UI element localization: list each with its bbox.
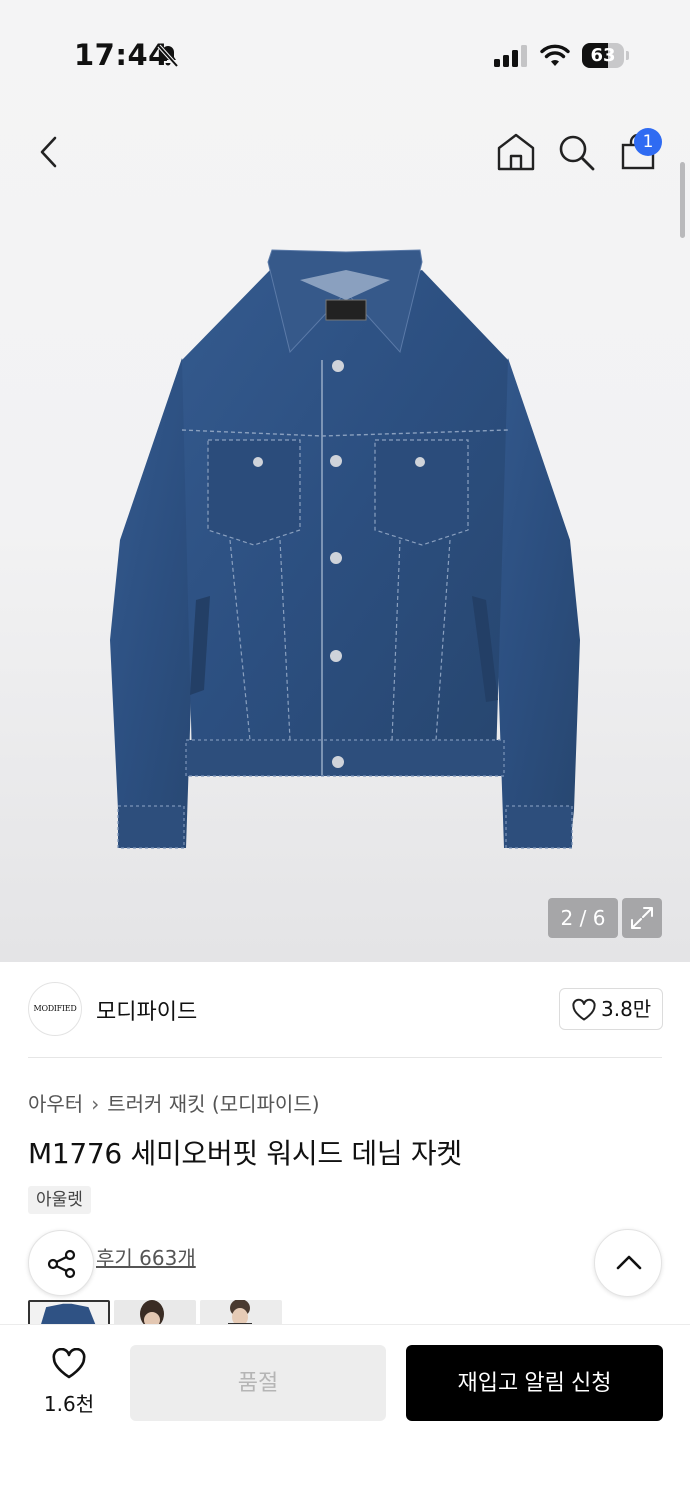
bell-slash-icon (157, 44, 179, 68)
share-button[interactable] (28, 1230, 94, 1296)
cart-badge: 1 (634, 128, 662, 156)
search-icon (559, 135, 595, 171)
cellular-signal-icon (494, 45, 527, 67)
back-chevron-icon (40, 136, 57, 168)
scrollbar[interactable] (680, 162, 685, 238)
product-title: M1776 세미오버핏 워시드 데님 자켓 (28, 1137, 462, 1170)
product-image[interactable] (100, 240, 590, 860)
thumbnail-image (140, 1300, 164, 1326)
wifi-icon (540, 44, 570, 66)
status-bar: 17:44 63 (0, 0, 690, 110)
thumbnail-2[interactable] (114, 1300, 196, 1326)
soldout-button[interactable]: 품절 (130, 1345, 386, 1421)
chevron-right-icon: › (91, 1092, 100, 1116)
search-button[interactable] (554, 130, 598, 174)
breadcrumb-category[interactable]: 아우터 (28, 1088, 83, 1117)
share-icon (47, 1249, 76, 1279)
expand-button[interactable] (622, 898, 662, 938)
home-icon (497, 133, 535, 171)
battery-icon: 63 (582, 43, 630, 68)
outlet-tag: 아울렛 (28, 1186, 91, 1214)
thumbnail-1[interactable] (28, 1300, 110, 1326)
review-link[interactable]: 후기 663개 (96, 1242, 196, 1271)
breadcrumb-subcategory[interactable]: 트러커 재킷 (모디파이드) (107, 1088, 319, 1117)
brand-like-count: 3.8만 (601, 997, 652, 1021)
restock-alert-button[interactable]: 재입고 알림 신청 (406, 1345, 663, 1421)
breadcrumb: 아우터 › 트러커 재킷 (모디파이드) (28, 1088, 320, 1117)
battery-level: 63 (590, 45, 616, 66)
thumbnail-3[interactable] (200, 1300, 282, 1326)
brand-logo[interactable]: MODIFIED (28, 982, 82, 1036)
image-counter: 2 / 6 (548, 898, 618, 938)
heart-icon (52, 1348, 86, 1379)
thumbnail-image (228, 1300, 252, 1326)
brand-name[interactable]: 모디파이드 (96, 994, 197, 1026)
thumbnail-image (41, 1303, 96, 1324)
status-time: 17:44 (74, 38, 169, 72)
heart-icon (572, 998, 596, 1021)
expand-icon (631, 907, 653, 929)
scroll-top-button[interactable] (594, 1229, 662, 1297)
chevron-up-icon (616, 1255, 642, 1270)
divider (28, 1057, 662, 1058)
wishlist-button[interactable]: 1.6천 (30, 1346, 108, 1418)
brand-like-button[interactable]: 3.8만 (559, 988, 663, 1030)
back-button[interactable] (30, 130, 74, 174)
wishlist-count: 1.6천 (43, 1392, 95, 1416)
home-button[interactable] (494, 130, 538, 174)
